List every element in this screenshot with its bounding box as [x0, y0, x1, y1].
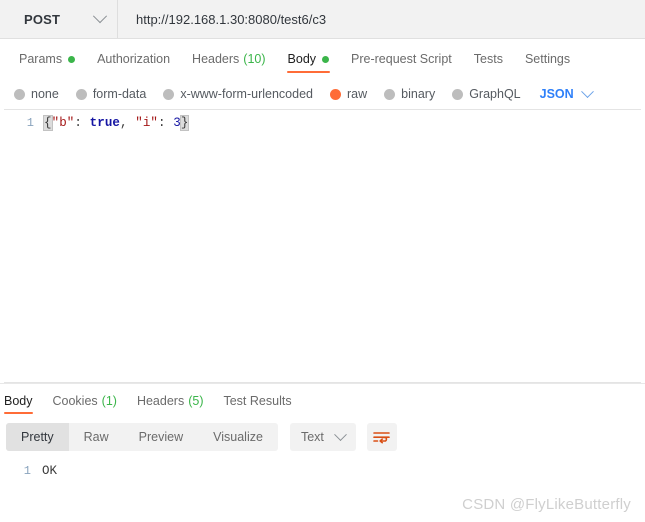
- body-type-raw-label: raw: [347, 87, 368, 101]
- token-key-b: "b": [51, 116, 75, 130]
- response-tab-body-label: Body: [4, 393, 33, 408]
- tab-pre-request-script[interactable]: Pre-request Script: [340, 39, 463, 79]
- chevron-down-icon: [580, 84, 594, 98]
- raw-format-select[interactable]: JSON: [539, 84, 594, 101]
- body-type-none-label: none: [31, 87, 59, 101]
- request-url-input[interactable]: http://192.168.1.30:8080/test6/c3: [118, 0, 645, 38]
- request-tabs: Params Authorization Headers (10) Body P…: [0, 39, 645, 79]
- view-mode-raw[interactable]: Raw: [69, 423, 124, 451]
- body-type-form-data[interactable]: form-data: [75, 87, 147, 101]
- token-colon-2: :: [158, 116, 174, 130]
- tab-headers[interactable]: Headers (10): [181, 39, 276, 79]
- tab-body[interactable]: Body: [277, 39, 341, 79]
- response-tab-test-results-label: Test Results: [223, 393, 292, 408]
- body-type-urlencoded-label: x-www-form-urlencoded: [180, 87, 313, 101]
- tab-headers-count: (10): [243, 52, 266, 66]
- tab-body-label: Body: [287, 52, 317, 66]
- http-method-label: POST: [24, 11, 61, 27]
- raw-format-label: JSON: [539, 87, 574, 101]
- tab-params-label: Params: [19, 52, 63, 66]
- token-open-brace: {: [43, 115, 53, 131]
- body-type-binary-label: binary: [401, 87, 436, 101]
- watermark: CSDN @FlyLikeButterfly: [462, 496, 631, 513]
- tab-settings-label: Settings: [524, 52, 571, 66]
- chevron-down-icon: [334, 427, 347, 441]
- radio-icon: [14, 88, 25, 100]
- response-tab-headers[interactable]: Headers (5): [127, 384, 214, 417]
- http-method-select[interactable]: POST: [0, 0, 118, 38]
- response-tab-cookies-label: Cookies: [52, 393, 98, 408]
- response-body-text: OK: [42, 464, 58, 478]
- response-format-select[interactable]: Text: [289, 423, 356, 451]
- view-mode-pretty[interactable]: Pretty: [6, 423, 69, 451]
- response-format-label: Text: [300, 430, 324, 444]
- radio-icon: [452, 88, 464, 100]
- body-type-graphql[interactable]: GraphQL: [452, 87, 521, 101]
- view-mode-visualize-label: Visualize: [213, 430, 263, 444]
- response-tab-cookies-count: (1): [101, 393, 117, 408]
- response-view-mode-group: Pretty Raw Preview Visualize: [6, 423, 278, 451]
- editor-line-number: 1: [26, 116, 34, 130]
- chevron-down-icon: [92, 9, 108, 24]
- tab-headers-label: Headers: [192, 52, 240, 66]
- radio-icon: [75, 88, 87, 100]
- body-modified-dot-icon: [322, 55, 330, 63]
- response-tabs: Body Cookies (1) Headers (5) Test Result…: [0, 384, 645, 417]
- radio-selected-icon: [330, 88, 341, 100]
- view-mode-pretty-label: Pretty: [21, 430, 54, 444]
- response-body-line: 1 OK: [0, 464, 645, 482]
- view-mode-visualize[interactable]: Visualize: [198, 423, 278, 451]
- word-wrap-icon: [373, 432, 391, 444]
- token-close-brace: }: [179, 115, 190, 131]
- response-tab-body[interactable]: Body: [0, 384, 43, 417]
- token-value-true: true: [89, 116, 121, 130]
- tab-settings[interactable]: Settings: [514, 39, 581, 79]
- radio-icon: [163, 88, 175, 100]
- body-type-urlencoded[interactable]: x-www-form-urlencoded: [163, 87, 313, 101]
- tab-pre-request-script-label: Pre-request Script: [351, 52, 452, 66]
- radio-icon: [384, 88, 396, 100]
- tab-authorization[interactable]: Authorization: [86, 39, 181, 79]
- body-type-binary[interactable]: binary: [384, 87, 435, 101]
- token-value-3: 3: [173, 116, 181, 130]
- response-tab-test-results[interactable]: Test Results: [213, 384, 301, 417]
- tab-params[interactable]: Params: [8, 39, 86, 79]
- token-colon-1: :: [74, 116, 90, 130]
- view-mode-raw-label: Raw: [83, 430, 109, 444]
- body-type-raw[interactable]: raw: [330, 87, 367, 101]
- response-tab-headers-label: Headers: [136, 393, 185, 408]
- body-type-selector: none form-data x-www-form-urlencoded raw…: [0, 79, 645, 109]
- response-toolbar: Pretty Raw Preview Visualize Text: [0, 417, 645, 457]
- tab-authorization-label: Authorization: [97, 52, 171, 66]
- tab-tests[interactable]: Tests: [463, 39, 514, 79]
- request-url-bar: POST http://192.168.1.30:8080/test6/c3: [0, 0, 645, 39]
- request-body-editor[interactable]: 1 {"b": true, "i": 3}: [4, 109, 641, 383]
- response-line-number: 1: [23, 464, 31, 478]
- response-tab-headers-count: (5): [188, 393, 204, 408]
- response-tab-cookies[interactable]: Cookies (1): [43, 384, 127, 417]
- token-key-i: "i": [135, 116, 159, 130]
- editor-line: 1 {"b": true, "i": 3}: [4, 110, 641, 135]
- body-type-graphql-label: GraphQL: [469, 87, 521, 101]
- tab-tests-label: Tests: [473, 52, 503, 66]
- body-type-none[interactable]: none: [14, 87, 59, 101]
- response-body: 1 OK: [0, 457, 645, 482]
- view-mode-preview[interactable]: Preview: [124, 423, 198, 451]
- params-modified-dot-icon: [68, 55, 76, 63]
- word-wrap-toggle[interactable]: [366, 423, 397, 451]
- editor-code: {"b": true, "i": 3}: [43, 115, 190, 131]
- request-url-value: http://192.168.1.30:8080/test6/c3: [136, 11, 327, 27]
- body-type-form-data-label: form-data: [92, 87, 147, 101]
- view-mode-preview-label: Preview: [138, 430, 184, 444]
- token-comma: ,: [120, 116, 136, 130]
